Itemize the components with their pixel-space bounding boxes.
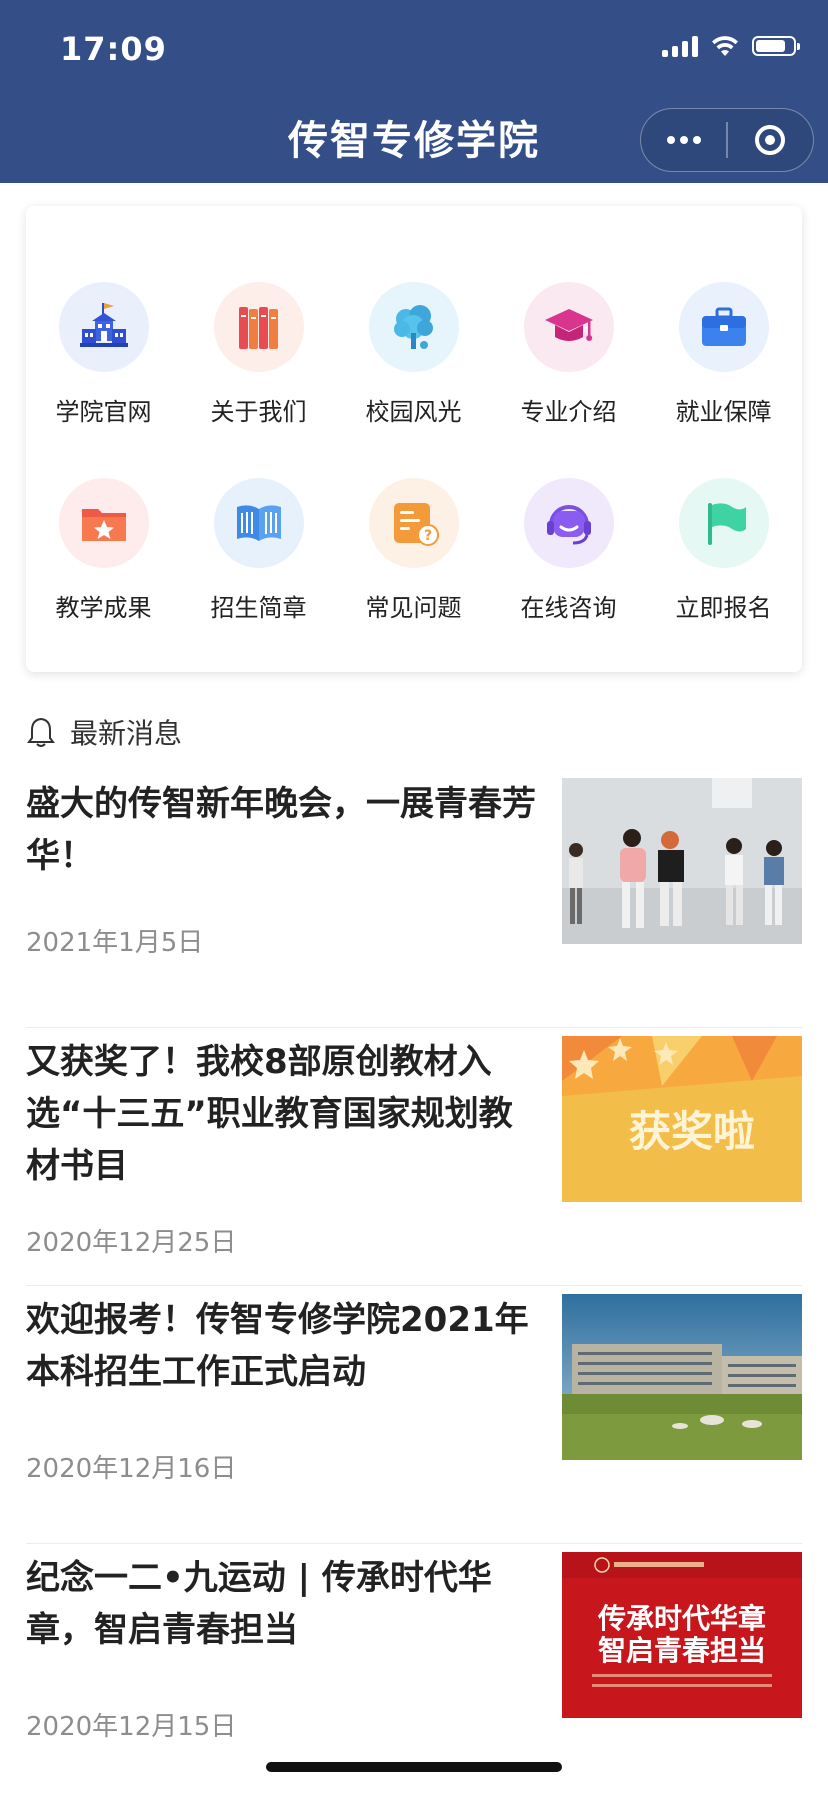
menu-item-majors[interactable]: 专业介绍 <box>491 282 646 452</box>
battery-icon <box>752 36 800 56</box>
headset-icon <box>523 478 614 568</box>
news-item[interactable]: 又获奖了！我校8部原创教材入选“十三五”职业教育国家规划教材书目 2020年12… <box>26 1028 802 1286</box>
signal-icon <box>662 35 698 57</box>
menu-item-campus-scenery[interactable]: 校园风光 <box>336 282 491 452</box>
menu-card: 学院官网 关于我们 校园风光 专业介绍 就业保障 教学成果 招生简章 ? 常见问… <box>26 206 802 672</box>
mini-program-capsule <box>640 108 814 172</box>
news-date: 2021年1月5日 <box>26 928 204 958</box>
poster-line-1: 传承时代华章 <box>597 1602 766 1635</box>
menu-item-apply-now[interactable]: 立即报名 <box>646 478 801 648</box>
news-item[interactable]: 欢迎报考！传智专修学院2021年本科招生工作正式启动 2020年12月16日 <box>26 1286 802 1544</box>
news-date: 2020年12月16日 <box>26 1454 237 1484</box>
briefcase-icon <box>678 282 769 372</box>
menu-item-label: 校园风光 <box>365 398 462 426</box>
award-banner-text: 获奖啦 <box>629 1107 755 1156</box>
news-list: 盛大的传智新年晚会，一展青春芳华！ 2021年1月5日 又获奖了！我校8部原创教… <box>26 770 802 1802</box>
open-book-icon <box>213 478 304 568</box>
books-icon <box>213 282 304 372</box>
news-section-title: 最新消息 <box>70 717 183 750</box>
menu-item-label: 招生简章 <box>210 594 307 622</box>
menu-item-faq[interactable]: ? 常见问题 <box>336 478 491 648</box>
flag-icon <box>678 478 769 568</box>
news-title: 欢迎报考！传智专修学院2021年本科招生工作正式启动 <box>26 1300 529 1392</box>
school-building-icon <box>58 282 149 372</box>
graduation-cap-icon <box>523 282 614 372</box>
news-title: 又获奖了！我校8部原创教材入选“十三五”职业教育国家规划教材书目 <box>26 1042 513 1186</box>
svg-text:?: ? <box>423 528 431 544</box>
status-icons <box>662 34 800 58</box>
menu-item-label: 就业保障 <box>675 398 772 426</box>
menu-item-label: 在线咨询 <box>520 594 617 622</box>
news-thumbnail <box>562 778 802 944</box>
news-date: 2020年12月25日 <box>26 1228 237 1258</box>
news-thumbnail <box>562 1294 802 1460</box>
poster-line-2: 智启青春担当 <box>598 1634 766 1667</box>
news-date: 2020年12月15日 <box>26 1712 237 1742</box>
more-button[interactable] <box>641 109 726 171</box>
more-dots-icon <box>666 136 701 144</box>
home-indicator[interactable] <box>266 1762 562 1772</box>
menu-item-online-consult[interactable]: 在线咨询 <box>491 478 646 648</box>
menu-item-about-us[interactable]: 关于我们 <box>181 282 336 452</box>
target-circle-icon <box>755 125 786 155</box>
menu-item-label: 学院官网 <box>55 398 152 426</box>
menu-item-label: 教学成果 <box>55 594 152 622</box>
news-item[interactable]: 盛大的传智新年晚会，一展青春芳华！ 2021年1月5日 <box>26 770 802 1028</box>
news-section-header: 最新消息 <box>26 712 182 752</box>
menu-item-official-site[interactable]: 学院官网 <box>26 282 181 452</box>
bell-icon <box>27 717 55 747</box>
menu-item-label: 立即报名 <box>675 594 772 622</box>
tree-icon <box>368 282 459 372</box>
news-thumbnail: 传承时代华章 智启青春担当 <box>562 1552 802 1718</box>
news-title: 盛大的传智新年晚会，一展青春芳华！ <box>26 784 536 876</box>
menu-item-label: 专业介绍 <box>520 398 617 426</box>
wifi-icon <box>712 36 738 56</box>
menu-item-label: 常见问题 <box>365 594 462 622</box>
menu-item-admission-brochure[interactable]: 招生简章 <box>181 478 336 648</box>
news-thumbnail: 获奖啦 <box>562 1036 802 1202</box>
star-folder-icon <box>58 478 149 568</box>
status-time: 17:09 <box>60 30 167 68</box>
close-program-button[interactable] <box>728 109 813 171</box>
menu-item-employment[interactable]: 就业保障 <box>646 282 801 452</box>
news-title: 纪念一二•九运动 | 传承时代华章，智启青春担当 <box>26 1558 492 1650</box>
faq-note-icon: ? <box>368 478 459 568</box>
nav-header: 17:09 传智专修学院 <box>0 0 828 183</box>
menu-item-label: 关于我们 <box>210 398 307 426</box>
menu-item-teaching-results[interactable]: 教学成果 <box>26 478 181 648</box>
